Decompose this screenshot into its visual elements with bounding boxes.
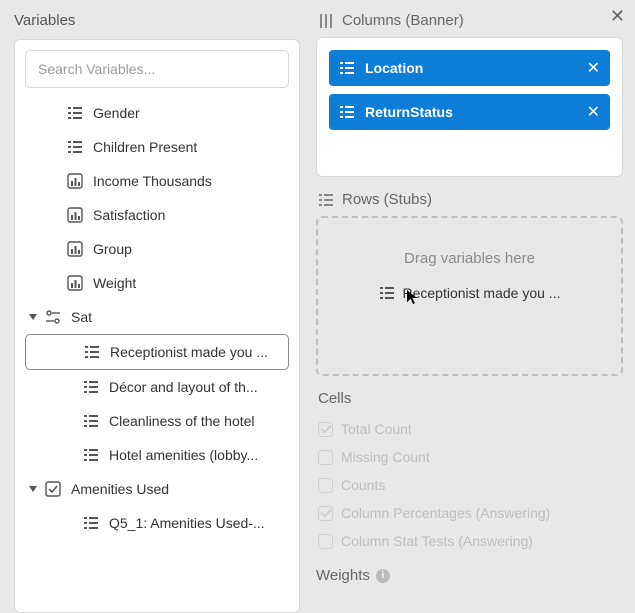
list-icon (83, 379, 99, 395)
variable-item[interactable]: Hotel amenities (lobby... (25, 438, 289, 472)
info-icon[interactable]: i (376, 569, 390, 583)
bar-icon (67, 207, 83, 223)
variable-item[interactable]: Receptionist made you ... (25, 334, 289, 370)
checkbox[interactable] (318, 534, 333, 549)
list-icon (67, 105, 83, 121)
rows-icon (318, 192, 334, 208)
variable-label: Décor and layout of th... (109, 379, 258, 395)
list-icon (339, 104, 355, 120)
list-icon (83, 515, 99, 531)
variables-panel: Gender Children Present Income Thousands Sa… (14, 39, 300, 613)
bar-icon (67, 275, 83, 291)
columns-title: Columns (Banner) (342, 12, 464, 29)
variable-label: Amenities Used (71, 481, 169, 497)
cells-option[interactable]: Total Count (316, 415, 623, 443)
list-icon (67, 139, 83, 155)
list-icon (83, 413, 99, 429)
cells-option-label: Total Count (341, 421, 412, 437)
bar-icon (67, 173, 83, 189)
variable-item[interactable]: Cleanliness of the hotel (25, 404, 289, 438)
variable-label: Group (93, 241, 132, 257)
columns-header: Columns (Banner) (318, 12, 623, 29)
cells-option[interactable]: Column Percentages (Answering) (316, 499, 623, 527)
check-icon (45, 481, 61, 497)
variable-label: Q5_1: Amenities Used-... (109, 515, 265, 531)
variable-label: Weight (93, 275, 136, 291)
rows-header: Rows (Stubs) (318, 191, 623, 208)
variable-label: Income Thousands (93, 173, 212, 189)
checkbox[interactable] (318, 506, 333, 521)
drag-ghost-item: Receptionist made you ... (379, 285, 561, 301)
variable-item[interactable]: Children Present (25, 130, 289, 164)
column-pill-label: ReturnStatus (365, 104, 587, 120)
variable-label: Satisfaction (93, 207, 165, 223)
cells-option[interactable]: Column Stat Tests (Answering) (316, 527, 623, 555)
variable-label: Children Present (93, 139, 197, 155)
cells-option[interactable]: Missing Count (316, 443, 623, 471)
variable-item[interactable]: Sat (25, 300, 289, 334)
cursor-icon (407, 289, 421, 305)
weights-header: Weights i (316, 567, 623, 584)
list-icon (84, 344, 100, 360)
column-pill-label: Location (365, 60, 587, 76)
bar-icon (67, 241, 83, 257)
variable-label: Hotel amenities (lobby... (109, 447, 258, 463)
variable-item[interactable]: Q5_1: Amenities Used-... (25, 506, 289, 540)
chevron-down-icon[interactable] (29, 486, 37, 492)
cells-option-label: Column Stat Tests (Answering) (341, 533, 533, 549)
variable-label: Sat (71, 309, 92, 325)
weights-title: Weights (316, 567, 370, 584)
list-icon (83, 447, 99, 463)
variable-item[interactable]: Group (25, 232, 289, 266)
variable-item[interactable]: Income Thousands (25, 164, 289, 198)
variable-label: Cleanliness of the hotel (109, 413, 255, 429)
cells-section: Cells Total Count Missing Count Counts Colu… (316, 390, 623, 555)
columns-dropzone[interactable]: Location✕ReturnStatus✕ (316, 37, 623, 177)
variable-item[interactable]: Amenities Used (25, 472, 289, 506)
rows-dropzone[interactable]: Drag variables here Receptionist made yo… (316, 216, 623, 376)
variable-label: Receptionist made you ... (110, 344, 268, 360)
sliders-icon (45, 309, 61, 325)
variable-item[interactable]: Décor and layout of th... (25, 370, 289, 404)
variables-list: Gender Children Present Income Thousands Sa… (25, 96, 289, 602)
cells-option-label: Column Percentages (Answering) (341, 505, 550, 521)
cells-option[interactable]: Counts (316, 471, 623, 499)
cells-option-label: Counts (341, 477, 385, 493)
variable-item[interactable]: Gender (25, 96, 289, 130)
variable-label: Gender (93, 105, 140, 121)
variable-item[interactable]: Weight (25, 266, 289, 300)
cells-option-label: Missing Count (341, 449, 430, 465)
search-input[interactable] (25, 50, 289, 88)
remove-pill-icon[interactable]: ✕ (587, 58, 600, 78)
list-icon (339, 60, 355, 76)
list-icon (379, 285, 395, 301)
cells-title: Cells (318, 390, 623, 407)
drag-ghost-label: Receptionist made you ... (403, 285, 561, 301)
column-pill[interactable]: ReturnStatus✕ (329, 94, 610, 130)
variable-item[interactable]: Satisfaction (25, 198, 289, 232)
rows-title: Rows (Stubs) (342, 191, 432, 208)
column-pill[interactable]: Location✕ (329, 50, 610, 86)
checkbox[interactable] (318, 478, 333, 493)
rows-placeholder: Drag variables here (404, 250, 535, 267)
columns-icon (318, 13, 334, 29)
checkbox[interactable] (318, 450, 333, 465)
checkbox[interactable] (318, 422, 333, 437)
chevron-down-icon[interactable] (29, 314, 37, 320)
remove-pill-icon[interactable]: ✕ (587, 102, 600, 122)
variables-title: Variables (14, 12, 300, 29)
